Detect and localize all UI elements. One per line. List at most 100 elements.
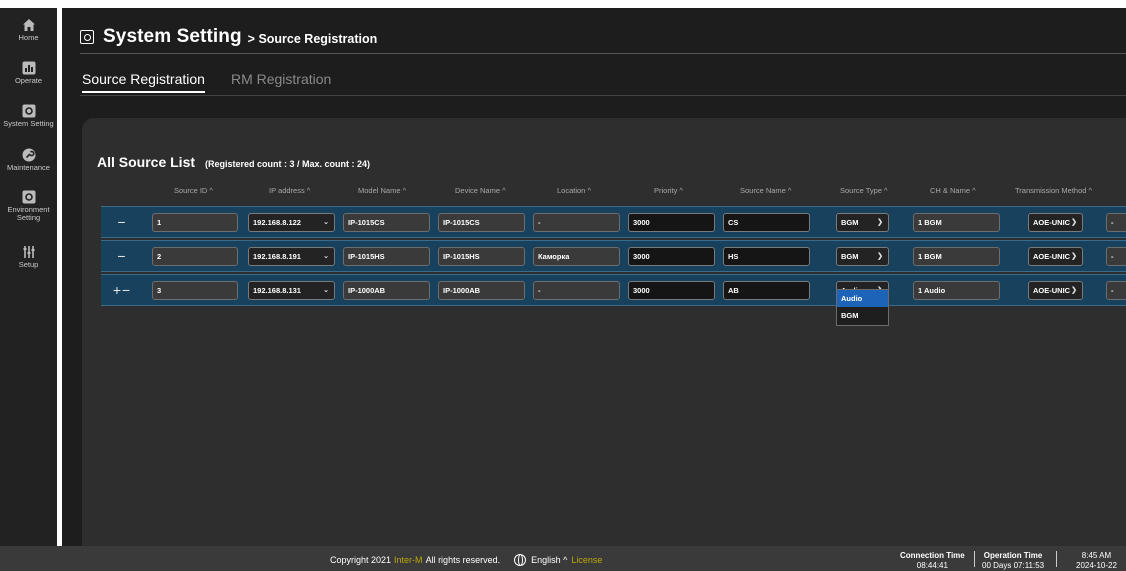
company-name: Inter-M: [394, 555, 423, 565]
ch-name-field[interactable]: 1 BGM: [913, 247, 1000, 266]
device-name-field[interactable]: IP-1015CS: [438, 213, 525, 232]
model-name-field[interactable]: IP-1015CS: [343, 213, 430, 232]
divider: [1056, 551, 1057, 567]
chevron-down-icon: ⌄: [323, 219, 329, 226]
priority-input[interactable]: 3000: [628, 247, 715, 266]
operation-time: Operation Time 00 Days 07:11:53: [982, 551, 1044, 571]
extra-field[interactable]: -: [1106, 213, 1126, 232]
tab-rm-registration[interactable]: RM Registration: [231, 71, 331, 93]
list-title: All Source List: [97, 154, 196, 170]
column-header-source-name[interactable]: Source Name ^: [740, 186, 791, 195]
column-header-transmission-method[interactable]: Transmission Method ^: [1015, 186, 1092, 195]
app-window: Home Operate System Setting Maintenance …: [0, 0, 1126, 571]
tab-source-registration[interactable]: Source Registration: [82, 71, 205, 93]
source-id-field[interactable]: 1: [152, 213, 238, 232]
transmission-method-select[interactable]: AOE-UNIC ❯: [1028, 213, 1083, 232]
settings-icon: [80, 30, 94, 44]
option-audio[interactable]: Audio: [837, 290, 888, 307]
transmission-method-value: AOE-UNIC: [1033, 286, 1071, 295]
language-label: English ^: [531, 555, 568, 565]
ch-name-field[interactable]: 1 Audio: [913, 281, 1000, 300]
transmission-method-select[interactable]: AOE-UNIC ❯: [1028, 281, 1083, 300]
footer: Copyright 2021 Inter-M All rights reserv…: [0, 546, 1126, 571]
operation-time-label: Operation Time: [983, 551, 1043, 560]
option-bgm[interactable]: BGM: [837, 307, 888, 324]
license-link[interactable]: License: [571, 555, 602, 565]
sidebar-item-label: Operate: [14, 76, 43, 85]
clock-date: 2024-10-22: [1076, 561, 1117, 570]
extra-field[interactable]: -: [1106, 247, 1126, 266]
source-type-select[interactable]: BGM ❯: [836, 213, 889, 232]
connection-time-value: 08:44:41: [916, 561, 948, 570]
source-type-select[interactable]: BGM ❯: [836, 247, 889, 266]
table-row: − 1 192.168.8.122 ⌄ IP-1015CS IP-1015CS -…: [101, 206, 1126, 238]
language-selector[interactable]: English ^: [514, 554, 567, 566]
column-header-location[interactable]: Location ^: [557, 186, 591, 195]
column-header-source-id[interactable]: Source ID ^: [174, 186, 213, 195]
chevron-down-icon: ❯: [877, 253, 883, 260]
ip-address-select[interactable]: 192.168.8.131 ⌄: [248, 281, 335, 300]
home-icon: [22, 19, 35, 31]
main-content: System Setting > Source Registration Sou…: [62, 8, 1126, 546]
column-header-source-type[interactable]: Source Type ^: [840, 186, 888, 195]
device-name-field[interactable]: IP-1000AB: [438, 281, 525, 300]
remove-row-button[interactable]: −: [107, 214, 137, 230]
priority-input[interactable]: 3000: [628, 281, 715, 300]
sidebar-item-home[interactable]: Home: [0, 18, 57, 42]
sidebar: Home Operate System Setting Maintenance …: [0, 8, 57, 546]
ip-address-select[interactable]: 192.168.8.122 ⌄: [248, 213, 335, 232]
transmission-method-select[interactable]: AOE-UNIC ❯: [1028, 247, 1083, 266]
sidebar-item-operate[interactable]: Operate: [0, 61, 57, 85]
chevron-down-icon: ⌄: [323, 253, 329, 260]
transmission-method-value: AOE-UNIC: [1033, 252, 1071, 261]
column-header-priority[interactable]: Priority ^: [654, 186, 683, 195]
column-header-model-name[interactable]: Model Name ^: [358, 186, 406, 195]
source-list-panel: All Source List (Registered count : 3 / …: [82, 118, 1126, 546]
operation-time-value: 00 Days 07:11:53: [982, 561, 1045, 570]
chevron-down-icon: ❯: [1071, 219, 1077, 226]
registered-count: (Registered count : 3 / Max. count : 24): [205, 159, 371, 169]
sidebar-item-maintenance[interactable]: Maintenance: [0, 148, 57, 172]
sidebar-item-label: Maintenance: [7, 163, 50, 172]
priority-input[interactable]: 3000: [628, 213, 715, 232]
source-name-input[interactable]: CS: [723, 213, 810, 232]
source-id-field[interactable]: 2: [152, 247, 238, 266]
device-name-field[interactable]: IP-1015HS: [438, 247, 525, 266]
list-header: All Source List (Registered count : 3 / …: [97, 154, 370, 170]
sidebar-item-environment-setting[interactable]: Environment Setting: [0, 190, 57, 222]
model-name-field[interactable]: IP-1015HS: [343, 247, 430, 266]
ip-address-select[interactable]: 192.168.8.191 ⌄: [248, 247, 335, 266]
page-header: System Setting > Source Registration: [80, 25, 377, 49]
ip-address-value: 192.168.8.122: [253, 218, 301, 227]
location-field[interactable]: -: [533, 213, 620, 232]
globe-icon: [514, 554, 527, 566]
chevron-down-icon: ❯: [1071, 253, 1077, 260]
extra-field[interactable]: -: [1106, 281, 1126, 300]
chevron-down-icon: ⌄: [323, 287, 329, 294]
sidebar-item-system-setting[interactable]: System Setting: [0, 104, 57, 128]
column-header-device-name[interactable]: Device Name ^: [455, 186, 506, 195]
location-field[interactable]: Каморка: [533, 247, 620, 266]
source-name-input[interactable]: HS: [723, 247, 810, 266]
column-header-ip-address[interactable]: IP address ^: [269, 186, 310, 195]
source-type-dropdown: Audio BGM: [836, 289, 889, 326]
location-field[interactable]: -: [533, 281, 620, 300]
divider: [80, 53, 1126, 54]
column-header-ch-name[interactable]: CH & Name ^: [930, 186, 976, 195]
ip-address-value: 192.168.8.131: [253, 286, 301, 295]
ch-name-field[interactable]: 1 BGM: [913, 213, 1000, 232]
sidebar-item-setup[interactable]: Setup: [0, 245, 57, 269]
tab-bar: Source Registration RM Registration: [82, 71, 357, 93]
source-id-field[interactable]: 3: [152, 281, 238, 300]
sidebar-item-label: System Setting: [3, 119, 54, 128]
connection-time-label: Connection Time: [900, 551, 965, 560]
source-name-input[interactable]: AB: [723, 281, 810, 300]
model-name-field[interactable]: IP-1000AB: [343, 281, 430, 300]
source-type-value: BGM: [841, 218, 859, 227]
sidebar-item-label: Home: [18, 33, 39, 42]
remove-row-button[interactable]: −: [107, 248, 137, 264]
wrench-icon: [22, 148, 35, 162]
breadcrumb: > Source Registration: [247, 32, 378, 46]
add-remove-row-buttons[interactable]: +−: [107, 282, 137, 298]
ip-address-value: 192.168.8.191: [253, 252, 301, 261]
